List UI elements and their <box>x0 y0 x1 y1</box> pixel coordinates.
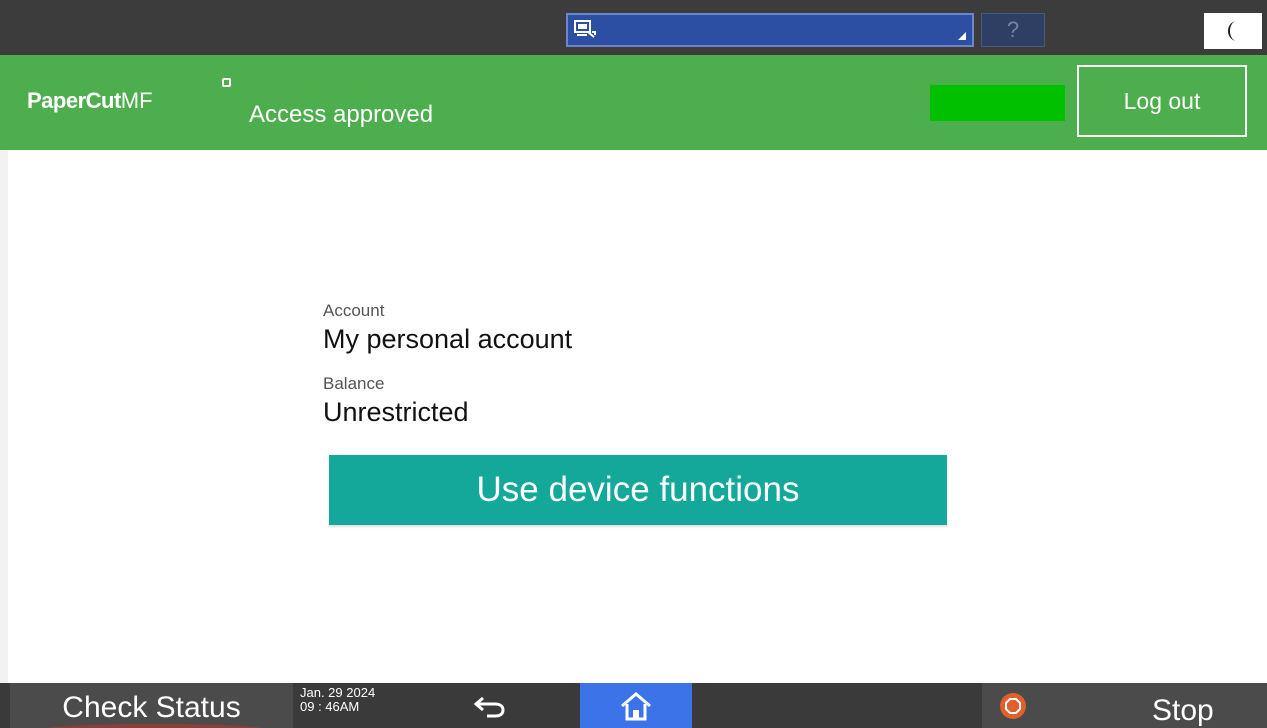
energy-saver-button[interactable] <box>1204 13 1262 49</box>
time-text: 09 : 46AM <box>300 699 360 714</box>
status-alert-glow <box>40 724 270 728</box>
logo-badge-icon <box>222 78 231 87</box>
dropdown-corner-icon <box>958 32 966 40</box>
home-icon <box>621 692 651 721</box>
system-bottom-bar: Check Status Jan. 29 2024 09 : 46AM Stop <box>0 683 1267 728</box>
back-button[interactable] <box>440 683 550 728</box>
system-top-bar: ? <box>0 0 1267 55</box>
balance-label: Balance <box>323 374 385 393</box>
stop-icon <box>1000 693 1026 719</box>
papercut-logo: PaperCutMF <box>27 78 231 114</box>
screen-switch-icon <box>574 20 598 40</box>
content-left-edge <box>0 150 8 683</box>
home-button[interactable] <box>580 683 692 728</box>
stop-button[interactable]: Stop <box>982 683 1267 728</box>
logout-button[interactable]: Log out <box>1077 65 1247 137</box>
date-time-display: Jan. 29 2024 09 : 46AM <box>300 686 375 714</box>
use-device-functions-button[interactable]: Use device functions <box>329 455 947 525</box>
balance-value: Unrestricted <box>323 397 469 427</box>
logo-text-light: MF <box>120 88 153 113</box>
stop-label: Stop <box>1152 694 1214 727</box>
check-status-button[interactable]: Check Status <box>10 683 293 728</box>
papercut-header: PaperCutMF Access approved Log out <box>0 55 1267 150</box>
account-value: My personal account <box>323 324 573 354</box>
crescent-moon-icon <box>1228 21 1236 41</box>
screen-switch-selector[interactable] <box>566 13 974 47</box>
access-status-text: Access approved <box>249 101 434 128</box>
help-button[interactable]: ? <box>981 13 1045 47</box>
printer-panel-screen: ? PaperCutMF Access approved Log out Acc… <box>0 0 1267 728</box>
back-arrow-icon <box>473 696 505 718</box>
check-status-label: Check Status <box>62 691 241 724</box>
status-indicator <box>930 85 1065 121</box>
date-text: Jan. 29 2024 <box>300 685 376 700</box>
account-label: Account <box>323 301 385 320</box>
logo-text-strong: PaperCut <box>27 88 121 113</box>
